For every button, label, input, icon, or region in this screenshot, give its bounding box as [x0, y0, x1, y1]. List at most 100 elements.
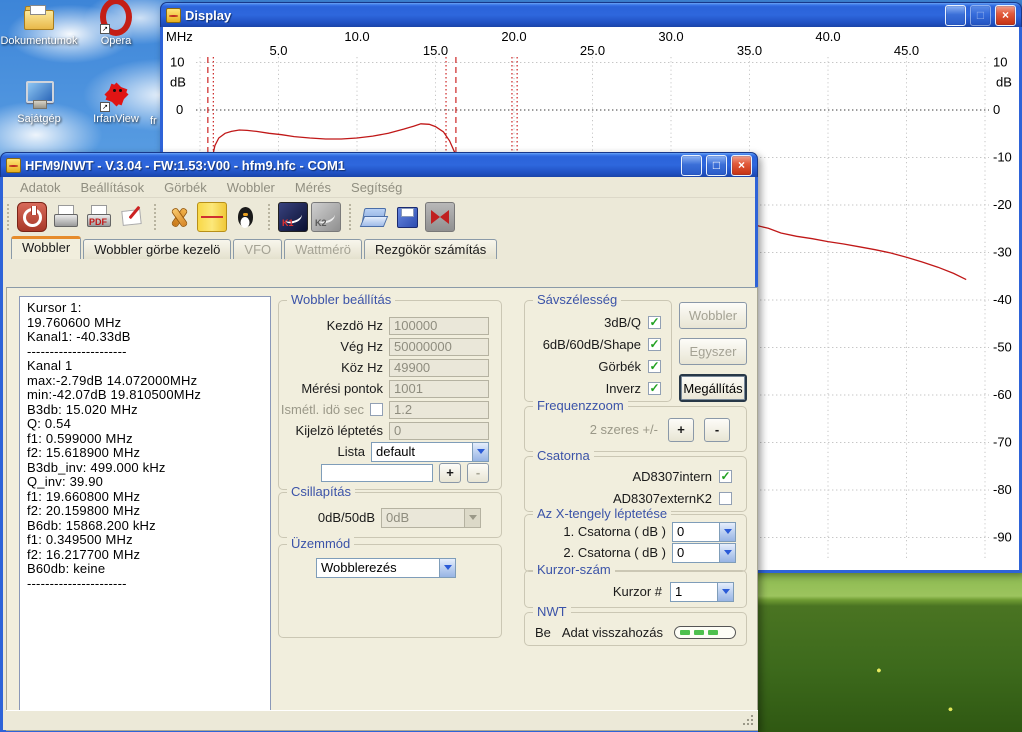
list-remove-button[interactable]: -	[467, 463, 489, 483]
tab-vfo[interactable]: VFO	[233, 239, 282, 259]
minimize-button[interactable]: _	[681, 155, 702, 176]
folder-documents-icon	[23, 2, 55, 32]
wobbler-button[interactable]: Wobbler	[679, 302, 747, 329]
plot-tick-label: -50	[993, 340, 1012, 355]
zoom-minus-button[interactable]: -	[704, 418, 730, 442]
plot-tick-label: 10	[993, 55, 1007, 70]
desktop-icon-dokumentumok[interactable]: Dokumentumok	[0, 2, 80, 47]
chevron-down-icon	[719, 523, 735, 541]
toolbar-group	[347, 202, 461, 232]
app-window-titlebar[interactable]: HFM9/NWT - V.3.04 - FW:1.53:V00 - hfm9.h…	[0, 152, 758, 177]
groupbox-caption: Kurzor-szám	[533, 562, 615, 577]
desktop-icon-irfanview[interactable]: ↗ IrfanView	[82, 80, 150, 125]
desktop-icon-sajatgep[interactable]: Sajátgép	[0, 80, 80, 125]
plot-tick-label: 5.0	[269, 43, 287, 58]
groupbox-caption: Az X-tengely léptetése	[533, 506, 671, 521]
repeat-time-checkbox[interactable]	[370, 403, 383, 416]
tab-rezgokor-szamitas[interactable]: Rezgökör számítás	[364, 239, 497, 259]
field-input-veg-hz[interactable]	[389, 338, 489, 356]
channel-db-select[interactable]: 0	[672, 543, 736, 563]
info-line: Kanal 1	[27, 359, 263, 374]
menu-item-segitseg[interactable]: Segítség	[342, 178, 411, 197]
delete-curve-icon[interactable]	[425, 202, 455, 232]
info-line: f1: 0.349500 MHz	[27, 533, 263, 548]
info-line: B3db_inv: 499.000 kHz	[27, 461, 263, 476]
menu-item-adatok[interactable]: Adatok	[11, 178, 69, 197]
info-line: f2: 15.618900 MHz	[27, 446, 263, 461]
menu-item-wobbler[interactable]: Wobbler	[218, 178, 284, 197]
minimize-button[interactable]: _	[945, 5, 966, 26]
open-folder-icon[interactable]	[359, 202, 389, 232]
checkbox-label-ad8307externk2: AD8307externK2	[613, 491, 712, 506]
plot-tick-label: 45.0	[894, 43, 919, 58]
shortcut-arrow-icon: ↗	[100, 102, 110, 112]
close-button[interactable]: ×	[995, 5, 1016, 26]
form-row: Vég Hz	[279, 336, 501, 357]
resize-grip[interactable]	[743, 715, 755, 727]
save-floppy-icon[interactable]	[392, 202, 422, 232]
field-input-koz-hz[interactable]	[389, 359, 489, 377]
tools-icon[interactable]	[164, 202, 194, 232]
list-add-button[interactable]: +	[439, 463, 461, 483]
checkbox-ad8307intern[interactable]	[719, 470, 732, 483]
edit-pen-icon[interactable]	[116, 202, 146, 232]
print-icon[interactable]	[50, 202, 80, 232]
lista-select[interactable]: default	[371, 442, 489, 462]
zoom-plus-button[interactable]: +	[668, 418, 694, 442]
checkbox-label-ad8307intern: AD8307intern	[633, 469, 713, 484]
menu-item-beallitasok[interactable]: Beállítások	[71, 178, 153, 197]
new-list-input[interactable]	[321, 464, 433, 482]
field-label-kezdo-hz: Kezdö Hz	[327, 318, 383, 333]
csillapitas-select[interactable]: 0dB	[381, 508, 481, 528]
form-row: Kezdö Hz	[279, 315, 501, 336]
form-row: Lista default	[279, 441, 501, 462]
kurzor-select[interactable]: 1	[670, 582, 734, 602]
menu-item-gorbek[interactable]: Görbék	[155, 178, 216, 197]
field-input-ismetl-ido-sec[interactable]	[389, 401, 489, 419]
display-window-titlebar[interactable]: Display _ □ ×	[160, 2, 1022, 27]
cursor-info-panel[interactable]: Kursor 1:19.760600 MHzKanal1: -40.33dB--…	[19, 296, 271, 720]
plot-tick-label: dB	[170, 75, 186, 90]
checkbox-ad8307externk2[interactable]	[719, 492, 732, 505]
tab-wattmero[interactable]: Wattmérö	[284, 239, 362, 259]
print-pdf-icon[interactable]: PDF	[83, 202, 113, 232]
checkbox-3db-q[interactable]	[648, 316, 661, 329]
checkbox-6db-60db-shape[interactable]	[648, 338, 661, 351]
uzemmod-select[interactable]: Wobblerezés	[316, 558, 456, 578]
checkbox-inverz[interactable]	[648, 382, 661, 395]
maximize-button[interactable]: □	[706, 155, 727, 176]
power-icon[interactable]	[17, 202, 47, 232]
plot-tick-label: dB	[996, 75, 1012, 90]
field-label-lista: Lista	[338, 444, 365, 459]
egyszer-button[interactable]: Egyszer	[679, 338, 747, 365]
nwt-action-label: Adat visszahozás	[559, 625, 666, 640]
checkbox-gorbek[interactable]	[648, 360, 661, 373]
menu-item-meres[interactable]: Mérés	[286, 178, 340, 197]
close-button[interactable]: ×	[731, 155, 752, 176]
plot-tick-label: -80	[993, 482, 1012, 497]
maximize-button[interactable]: □	[970, 5, 991, 26]
k2-curve-icon[interactable]: K2	[311, 202, 341, 232]
channel-db-select[interactable]: 0	[672, 522, 736, 542]
field-label-koz-hz: Köz Hz	[341, 360, 383, 375]
field-input-meresi-pontok[interactable]	[389, 380, 489, 398]
field-input-kijelzo-leptetes[interactable]	[389, 422, 489, 440]
info-line: B3db: 15.020 MHz	[27, 403, 263, 418]
field-input-kezdo-hz[interactable]	[389, 317, 489, 335]
my-computer-icon	[23, 80, 55, 110]
desktop-icon-partial-label[interactable]: fr	[150, 115, 157, 127]
tux-penguin-icon[interactable]	[230, 202, 260, 232]
desktop-icon-opera[interactable]: ↗ Opera	[88, 2, 144, 47]
plot-tick-label: 10.0	[344, 29, 369, 44]
display-window-title: Display	[185, 8, 941, 23]
plot-tick-label: -70	[993, 435, 1012, 450]
tab-wobbler[interactable]: Wobbler	[11, 236, 81, 259]
display-curve-icon[interactable]	[197, 202, 227, 232]
megallitas-button[interactable]: Megállítás	[679, 374, 747, 402]
plot-tick-label: 10	[170, 55, 184, 70]
chevron-down-icon	[719, 544, 735, 562]
groupbox-caption: Sávszélesség	[533, 292, 621, 307]
k1-curve-icon[interactable]: K1	[278, 202, 308, 232]
tab-wobbler-gorbe-kezelo[interactable]: Wobbler görbe kezelö	[83, 239, 231, 259]
form-row: Ismétl. idö sec	[279, 399, 501, 420]
